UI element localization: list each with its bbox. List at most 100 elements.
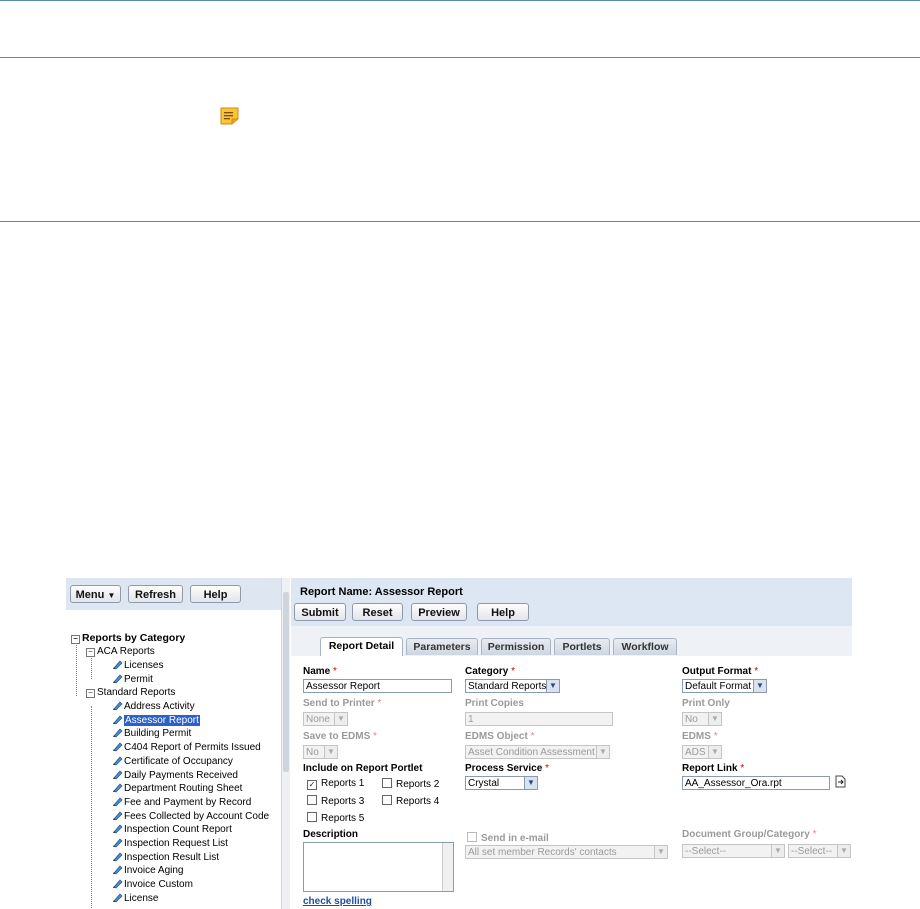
name-input[interactable]: Assessor Report (303, 679, 452, 693)
collapse-icon[interactable]: − (86, 648, 95, 657)
tree-item[interactable]: Fees Collected by Account Code (112, 810, 269, 823)
pencil-icon (112, 783, 124, 794)
document-group-label: Document Group/Category * (682, 829, 817, 840)
tree-item[interactable]: Certificate of Occupancy (112, 755, 233, 768)
textarea-scrollbar[interactable] (442, 843, 453, 891)
tree-item[interactable]: Invoice Aging (112, 864, 184, 877)
select-arrow-icon: ▼ (753, 680, 766, 692)
send-in-email-checkbox: Send in e-mail (467, 832, 549, 844)
tree-item[interactable]: Assessor Report (112, 714, 200, 727)
tree-item[interactable]: Licenses (112, 659, 163, 672)
tree-group-standard-reports[interactable]: − Standard Reports (86, 686, 175, 699)
select-arrow-icon: ▼ (334, 713, 347, 725)
tree-item[interactable]: Permit (112, 673, 153, 686)
tree-item-label: Inspection Request List (124, 838, 228, 849)
tree-item-label: Inspection Count Report (124, 824, 232, 836)
preview-button[interactable]: Preview (411, 603, 467, 621)
tree-group-aca-reports[interactable]: − ACA Reports (86, 645, 155, 658)
tab-permission[interactable]: Permission (481, 638, 551, 655)
include-portlet-label: Include on Report Portlet (303, 763, 423, 774)
pencil-icon (112, 674, 124, 685)
tree-item-label: Assessor Report (124, 714, 200, 726)
tree-scrollbar[interactable] (281, 578, 290, 909)
tree-item[interactable]: Invoice Custom (112, 878, 193, 891)
checkbox-icon: ✓ (307, 780, 317, 790)
tree-connector (91, 706, 92, 909)
check-spelling-link[interactable]: check spelling (303, 896, 372, 907)
tree-item-label: Department Routing Sheet (124, 783, 243, 795)
tree-item-label: License (124, 892, 159, 904)
tree-item[interactable]: Address Activity (112, 700, 195, 713)
tree-item-label: Address Activity (124, 701, 195, 712)
tree-item[interactable]: Daily Payments Received (112, 769, 238, 782)
checkbox-icon (382, 778, 392, 788)
category-select[interactable]: Standard Reports ▼ (465, 679, 560, 693)
menu-button-label: Menu (75, 589, 105, 601)
menu-button[interactable]: Menu ▼ (70, 585, 121, 603)
tab-portlets[interactable]: Portlets (554, 638, 610, 655)
reports-2-checkbox[interactable]: Reports 2 (382, 778, 439, 790)
reports-3-checkbox[interactable]: Reports 3 (307, 795, 364, 807)
pencil-icon (112, 660, 124, 671)
select-arrow-icon: ▼ (837, 845, 850, 857)
description-textarea[interactable] (303, 842, 454, 892)
email-recipients-select: All set member Records' contacts ▼ (465, 845, 668, 859)
print-copies-label: Print Copies (465, 698, 524, 709)
report-link-label: Report Link * (682, 763, 745, 774)
submit-button[interactable]: Submit (294, 603, 346, 621)
refresh-button[interactable]: Refresh (128, 585, 183, 603)
report-link-input[interactable]: AA_Assessor_Ora.rpt (682, 776, 830, 790)
tab-workflow[interactable]: Workflow (613, 638, 677, 655)
tree-item-label: Permit (124, 674, 153, 685)
select-arrow-icon: ▼ (524, 777, 537, 789)
report-link-icon[interactable] (835, 775, 847, 788)
tree-item-label: Certificate of Occupancy (124, 755, 233, 767)
category-label: Category * (465, 666, 516, 677)
tab-report-detail[interactable]: Report Detail (320, 637, 403, 656)
print-copies-input: 1 (465, 712, 613, 726)
tree-item-label: Invoice Aging (124, 865, 184, 877)
tree-item-label: Fees Collected by Account Code (124, 810, 270, 822)
tree-root[interactable]: − Reports by Category (71, 632, 185, 645)
pencil-icon (112, 742, 124, 753)
select-arrow-icon: ▼ (324, 746, 337, 758)
checkbox-icon (467, 832, 477, 842)
checkbox-icon (307, 812, 317, 822)
tree-item-label: Daily Payments Received (124, 769, 238, 781)
top-rule (0, 0, 920, 1)
tree-item[interactable]: Inspection Request List (112, 837, 228, 850)
left-toolbar: Menu ▼ Refresh Help (66, 578, 281, 610)
application-screenshot: Menu ▼ Refresh Help − Reports by Category… (66, 578, 852, 909)
reports-4-checkbox[interactable]: Reports 4 (382, 795, 439, 807)
tree-root-label: Reports by Category (82, 632, 186, 644)
help-button[interactable]: Help (190, 585, 241, 603)
tree-item[interactable]: Inspection Count Report (112, 823, 232, 836)
pencil-icon (112, 879, 124, 890)
tree-item[interactable]: Department Routing Sheet (112, 782, 242, 795)
reports-5-checkbox[interactable]: Reports 5 (307, 812, 364, 824)
tree-item-label: Inspection Result List (124, 851, 220, 863)
tree-item[interactable]: Inspection Result List (112, 851, 219, 864)
tree-item[interactable]: License (112, 892, 158, 905)
tree-item[interactable]: Fee and Payment by Record (112, 796, 251, 809)
edms-select: ADS ▼ (682, 745, 722, 759)
reset-button[interactable]: Reset (352, 603, 403, 621)
tab-parameters[interactable]: Parameters (406, 638, 478, 655)
collapse-icon[interactable]: − (71, 635, 80, 644)
process-service-select[interactable]: Crystal ▼ (465, 776, 538, 790)
reports-1-checkbox[interactable]: ✓ Reports 1 (307, 778, 364, 790)
tree-group-label: Standard Reports (97, 687, 176, 698)
collapse-icon[interactable]: − (86, 689, 95, 698)
output-format-select[interactable]: Default Format ▼ (682, 679, 767, 693)
print-only-label: Print Only (682, 698, 730, 709)
scrollbar-thumb[interactable] (283, 592, 289, 772)
tree-item-label: Building Permit (124, 728, 192, 740)
tree-item[interactable]: Building Permit (112, 727, 191, 740)
print-only-select: No ▼ (682, 712, 722, 726)
tree-item[interactable]: C404 Report of Permits Issued (112, 741, 261, 754)
pencil-icon (112, 865, 124, 876)
help-button[interactable]: Help (477, 603, 529, 621)
note-icon (220, 107, 239, 125)
note-rule (0, 221, 920, 222)
select-arrow-icon: ▼ (546, 680, 559, 692)
